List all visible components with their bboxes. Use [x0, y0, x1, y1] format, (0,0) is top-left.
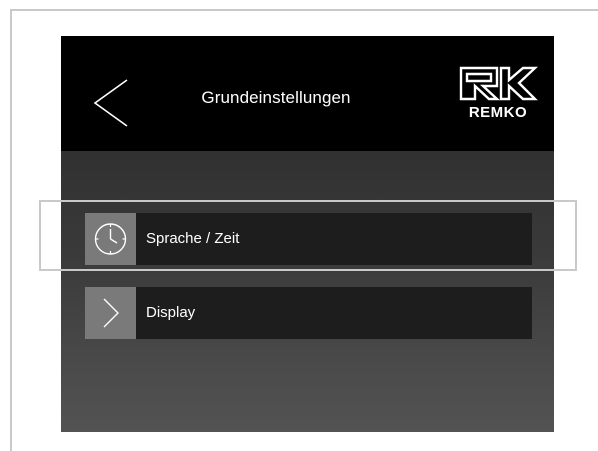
remko-logo-mark [459, 66, 539, 101]
chevron-right-icon [103, 298, 119, 328]
frame-top-line [10, 9, 598, 11]
remko-logo: REMKO [457, 66, 539, 126]
frame-left-line [10, 9, 12, 451]
back-button[interactable] [91, 78, 133, 128]
menu-item-label: Sprache / Zeit [146, 230, 240, 247]
page-title: Grundeinstellungen [201, 88, 351, 107]
chevron-left-icon [93, 79, 128, 127]
menu-item-sprache-zeit[interactable]: Sprache / Zeit [85, 213, 532, 265]
menu-item-icon-tile [85, 287, 136, 339]
menu-item-display[interactable]: Display [85, 287, 532, 339]
logo-wordmark: REMKO [468, 104, 528, 121]
clock-icon [94, 223, 127, 255]
device-screen: Grundeinstellungen REMKO Sprache / Zeit … [61, 36, 554, 432]
menu-item-icon-tile [85, 213, 136, 265]
page: Grundeinstellungen REMKO Sprache / Zeit … [0, 0, 598, 451]
header-bar: Grundeinstellungen REMKO [61, 36, 554, 151]
menu-item-label: Display [146, 304, 196, 321]
